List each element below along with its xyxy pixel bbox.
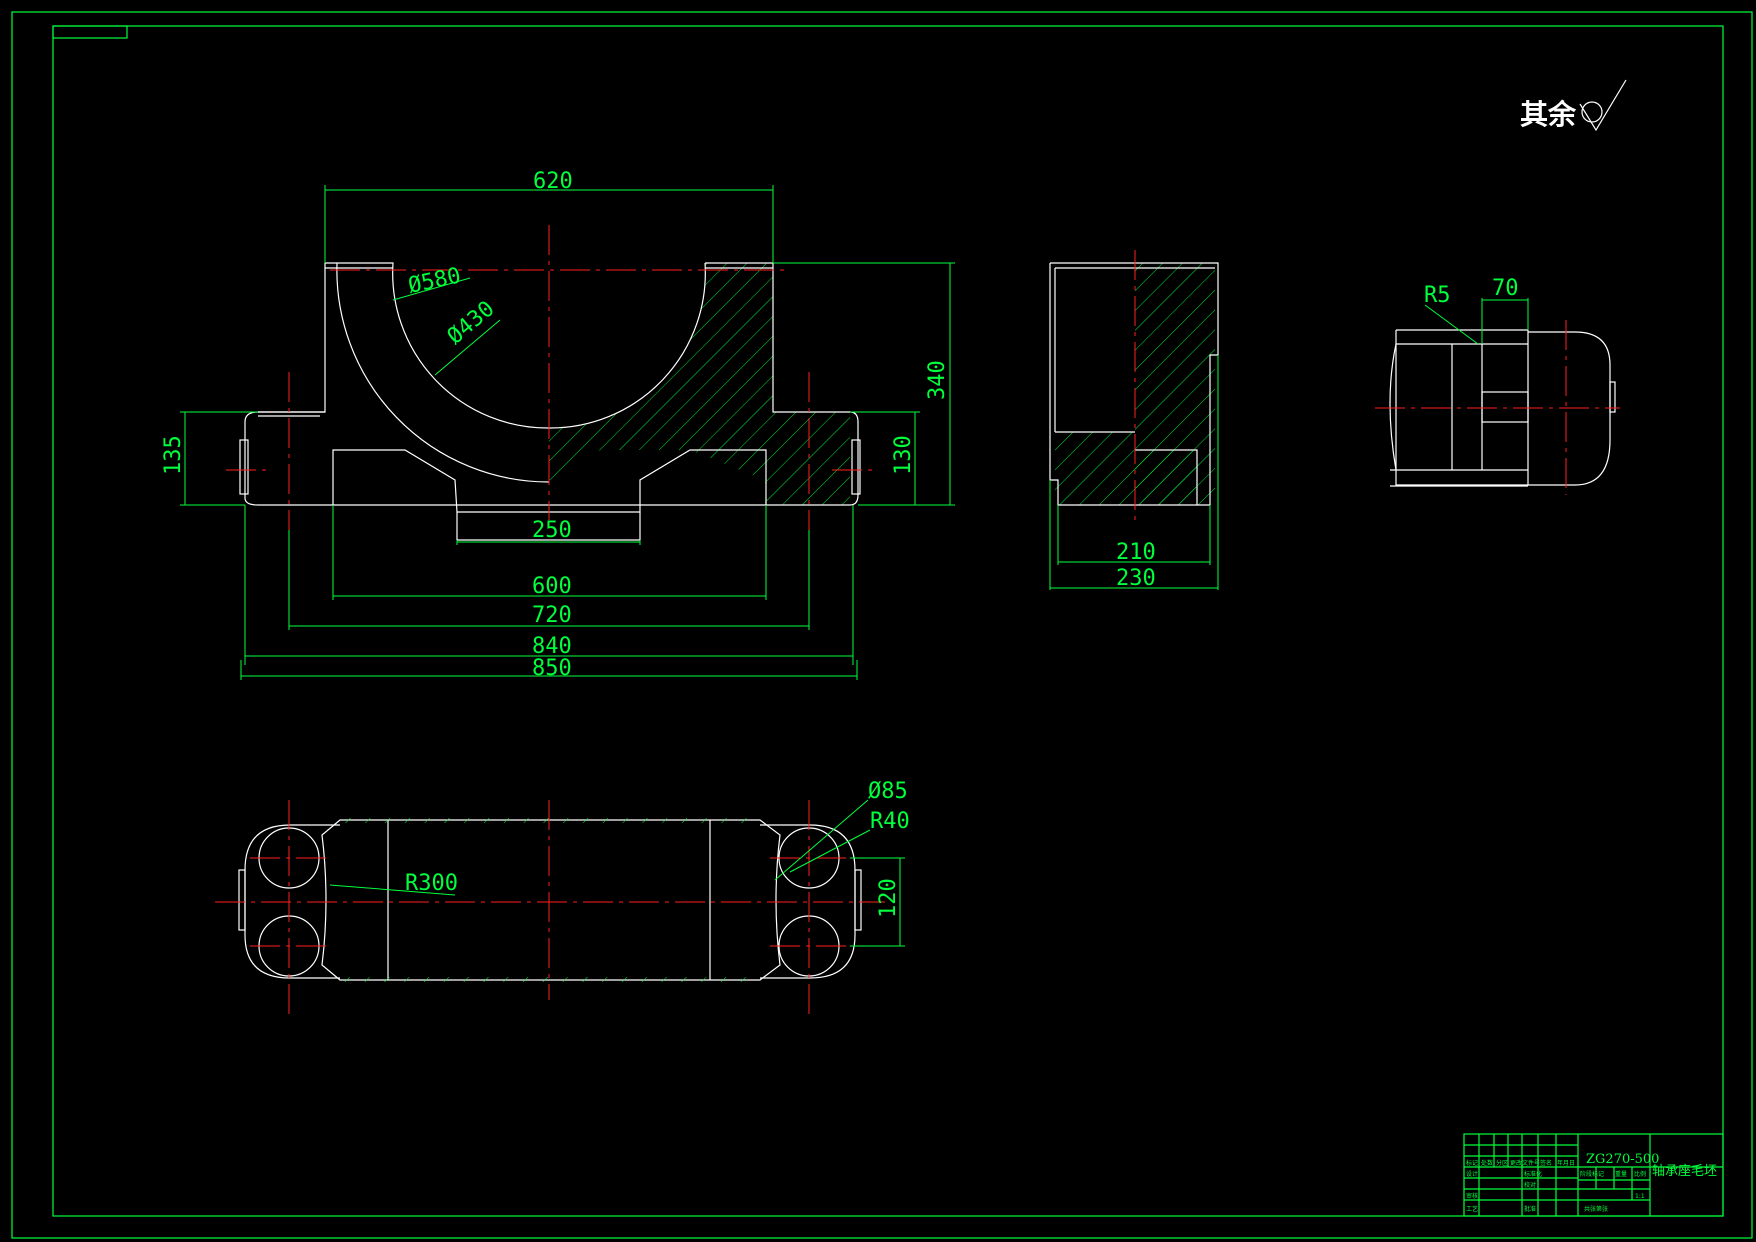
side-hatch-bottom-mid	[1135, 450, 1197, 505]
dim-dia-430: Ø430	[443, 296, 500, 349]
detail-slot	[1481, 391, 1529, 423]
dim-720: 720	[532, 603, 572, 628]
top-edge-strip-bottom	[342, 977, 758, 982]
tb-label-sheets: 共张第张	[1584, 1205, 1608, 1213]
detail-break-left	[1389, 343, 1397, 471]
dim-210: 210	[1116, 540, 1156, 565]
tb-label-signature: 签名	[1540, 1159, 1552, 1167]
surface-roughness-note: 其余	[1520, 79, 1627, 132]
top-left-tab	[238, 869, 246, 931]
tb-label-design: 设计	[1466, 1170, 1478, 1178]
dim-135: 135	[161, 435, 186, 475]
top-view: Ø85 R40 R300 120	[215, 779, 910, 1015]
dim-dia-85: Ø85	[868, 779, 908, 804]
corner-tab	[52, 25, 128, 39]
dim-230: 230	[1116, 566, 1156, 591]
top-edge-strip-top	[342, 818, 758, 823]
tb-label-count: 处数	[1481, 1159, 1493, 1167]
roughness-note-text: 其余	[1520, 98, 1577, 131]
side-view: 210 230	[1049, 250, 1219, 591]
tb-label-ratio: 比例	[1634, 1170, 1646, 1178]
top-right-tab	[854, 869, 862, 931]
top-outline	[321, 819, 781, 981]
technical-drawing: 其余 620 Ø580 Ø430 340 135 130 250 600 720…	[11, 11, 1753, 1239]
front-outer-bore-arc	[336, 262, 550, 483]
top-dimensions: Ø85 R40 R300 120	[329, 779, 910, 947]
title-block: ZG270-500 轴承座毛坯 1:1 标记 处数 分区 更改文件号 签名 年月…	[1463, 1133, 1724, 1217]
tb-label-check: 校对	[1524, 1181, 1536, 1189]
tb-label-change-doc: 更改文件号	[1510, 1159, 1540, 1167]
dim-340: 340	[925, 360, 950, 400]
title-part-name: 轴承座毛坯	[1652, 1164, 1717, 1179]
tb-label-date: 年月日	[1557, 1159, 1575, 1167]
dim-850: 850	[532, 656, 572, 681]
dim-120: 120	[876, 878, 901, 918]
inner-frame	[52, 25, 1724, 1217]
detail-dimensions: 70 R5	[1424, 276, 1529, 345]
tb-label-mark: 标记	[1466, 1159, 1478, 1167]
dim-620: 620	[533, 169, 573, 194]
tb-label-approve: 批准	[1524, 1205, 1536, 1213]
side-hatch-bottom-left	[1055, 432, 1135, 505]
dim-dia-580: Ø580	[406, 263, 463, 298]
dim-r5: R5	[1424, 283, 1451, 308]
tb-label-weight: 重量	[1615, 1170, 1627, 1178]
tb-label-process: 工艺	[1466, 1205, 1478, 1213]
detail-outline	[1395, 330, 1529, 486]
tb-label-zone: 分区	[1496, 1159, 1508, 1167]
dim-130: 130	[891, 435, 916, 475]
dim-70: 70	[1492, 276, 1519, 301]
front-ear-left	[239, 439, 249, 495]
dim-r300: R300	[405, 871, 458, 896]
roughness-symbol-icon	[1579, 79, 1627, 132]
tb-label-stage: 阶段标记	[1580, 1170, 1604, 1178]
title-drawing-number: ZG270-500	[1586, 1152, 1659, 1167]
front-section-hatch	[549, 263, 850, 505]
front-view: 620 Ø580 Ø430 340 135 130 250 600 720 84…	[161, 169, 955, 681]
outer-frame	[11, 11, 1753, 1239]
dim-r40: R40	[870, 809, 910, 834]
dim-600: 600	[532, 574, 572, 599]
front-ear-right	[851, 439, 861, 495]
dim-250: 250	[532, 518, 572, 543]
title-scale: 1:1	[1635, 1193, 1645, 1200]
tb-label-standardize: 标准化	[1524, 1170, 1542, 1178]
detail-view: 70 R5	[1375, 276, 1620, 495]
tb-label-review: 审核	[1466, 1192, 1478, 1200]
